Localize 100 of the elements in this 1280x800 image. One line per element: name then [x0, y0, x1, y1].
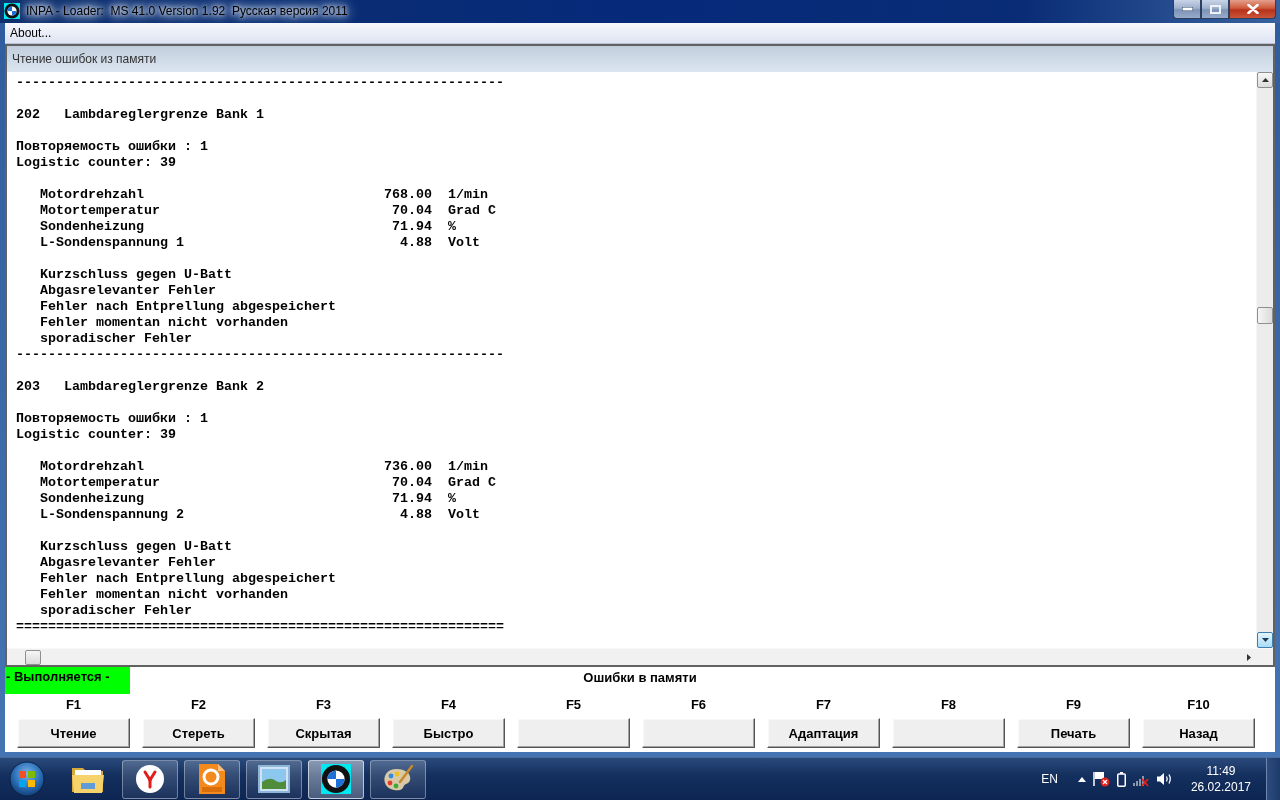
- function-button[interactable]: Печать: [1017, 718, 1130, 748]
- scroll-down-button[interactable]: [1257, 632, 1273, 648]
- parameter-unit: 1/min: [448, 459, 488, 475]
- taskbar-button[interactable]: [370, 759, 426, 799]
- function-key-label: F6: [690, 697, 707, 713]
- language-indicator[interactable]: EN: [1041, 772, 1058, 786]
- parameter-name: Motortemperatur: [40, 475, 160, 491]
- scroll-thumb[interactable]: [25, 649, 41, 665]
- flag-warning-icon[interactable]: [1092, 771, 1110, 787]
- fault-code: 203: [16, 379, 40, 395]
- fault-flag-text: sporadischer Fehler: [40, 603, 192, 619]
- fault-flag-text: Fehler nach Entprellung abgespeichert: [40, 299, 336, 315]
- taskbar-button[interactable]: [184, 759, 240, 799]
- fault-flag-text: Abgasrelevanter Fehler: [40, 283, 216, 299]
- scroll-up-button[interactable]: [1257, 72, 1273, 88]
- fault-flag-text: Abgasrelevanter Fehler: [40, 555, 216, 571]
- parameter-value: 736.00: [384, 459, 432, 475]
- function-button[interactable]: Стереть: [142, 718, 255, 748]
- pdf-document-icon: [198, 763, 226, 795]
- speaker-icon[interactable]: [1155, 772, 1173, 786]
- function-key-label: F3: [315, 697, 332, 713]
- fault-flag-text: sporadischer Fehler: [40, 331, 192, 347]
- fault-title: Lambdareglergrenze Bank 2: [64, 379, 264, 395]
- minimize-icon: [1181, 7, 1193, 11]
- function-key-label: F2: [190, 697, 207, 713]
- fault-code: 202: [16, 107, 40, 123]
- parameter-name: Motortemperatur: [40, 203, 160, 219]
- parameter-unit: Volt: [448, 235, 480, 251]
- separator-text: =============================================================: [16, 619, 504, 635]
- fault-detail-text: Logistic counter: 39: [16, 427, 176, 443]
- taskbar-button[interactable]: [122, 759, 178, 799]
- browser-icon: [135, 764, 165, 794]
- function-button[interactable]: Быстро: [392, 718, 505, 748]
- function-button[interactable]: Скрытая: [267, 718, 380, 748]
- separator-text: -------------------------------------------------------------: [16, 347, 504, 363]
- battery-icon[interactable]: [1116, 771, 1126, 787]
- function-key-label: F9: [1065, 697, 1082, 713]
- function-button[interactable]: [892, 718, 1005, 748]
- parameter-unit: Grad C: [448, 203, 496, 219]
- start-orb-icon[interactable]: [9, 761, 45, 797]
- status-indicator: - Выполняется -: [5, 667, 130, 694]
- up-arrow-icon: [1261, 78, 1269, 82]
- function-button[interactable]: Назад: [1142, 718, 1255, 748]
- fault-title: Lambdareglergrenze Bank 1: [64, 107, 264, 123]
- function-key-label: F1: [65, 697, 82, 713]
- parameter-name: L-Sondenspannung 1: [40, 235, 184, 251]
- up-arrow-icon[interactable]: [1077, 776, 1086, 782]
- parameter-value: 4.88: [400, 507, 432, 523]
- function-key-label: F7: [815, 697, 832, 713]
- taskbar-button[interactable]: [246, 759, 302, 799]
- menu-item[interactable]: About...: [5, 24, 57, 42]
- close-button[interactable]: [1229, 0, 1276, 19]
- parameter-name: Sondenheizung: [40, 219, 144, 235]
- parameter-unit: 1/min: [448, 187, 488, 203]
- parameter-name: Motordrehzahl: [40, 459, 144, 475]
- window-title: INPA - Loader: MS 41.0 Version 1.92 Русская версия 2011: [26, 3, 348, 20]
- bmw-roundel-icon: [321, 764, 351, 794]
- clock-date[interactable]: 26.02.2017: [1190, 779, 1251, 795]
- taskbar-button[interactable]: [308, 759, 364, 799]
- close-icon: [1246, 4, 1259, 14]
- right-arrow-icon[interactable]: [1247, 653, 1251, 661]
- app-logo-icon: [4, 3, 20, 19]
- maximize-icon: [1209, 4, 1221, 14]
- clock-time[interactable]: 11:49: [1206, 763, 1236, 779]
- function-button[interactable]: [642, 718, 755, 748]
- fault-detail-text: Logistic counter: 39: [16, 155, 176, 171]
- parameter-unit: Volt: [448, 507, 480, 523]
- fault-detail-text: Повторяемость ошибки : 1: [16, 411, 208, 427]
- parameter-unit: Grad C: [448, 475, 496, 491]
- parameter-value: 71.94: [392, 491, 432, 507]
- function-key-label: F10: [1187, 697, 1210, 713]
- parameter-value: 70.04: [392, 203, 432, 219]
- function-button[interactable]: [517, 718, 630, 748]
- fault-flag-text: Fehler nach Entprellung abgespeichert: [40, 571, 336, 587]
- fault-flag-text: Fehler momentan nicht vorhanden: [40, 315, 288, 331]
- fault-flag-text: Kurzschluss gegen U-Batt: [40, 539, 232, 555]
- scroll-thumb[interactable]: [1257, 307, 1273, 324]
- function-key-label: F4: [440, 697, 457, 713]
- parameter-name: Motordrehzahl: [40, 187, 144, 203]
- function-button[interactable]: Чтение: [17, 718, 130, 748]
- maximize-button[interactable]: [1201, 0, 1229, 19]
- parameter-value: 4.88: [400, 235, 432, 251]
- minimize-button[interactable]: [1173, 0, 1201, 19]
- fault-flag-text: Kurzschluss gegen U-Batt: [40, 267, 232, 283]
- parameter-name: L-Sondenspannung 2: [40, 507, 184, 523]
- parameter-unit: %: [448, 491, 456, 507]
- fault-flag-text: Fehler momentan nicht vorhanden: [40, 587, 288, 603]
- show-desktop-button[interactable]: [1266, 757, 1280, 800]
- parameter-name: Sondenheizung: [40, 491, 144, 507]
- down-arrow-icon: [1261, 638, 1269, 642]
- function-key-label: F5: [565, 697, 582, 713]
- photo-viewer-icon: [258, 765, 290, 793]
- fault-detail-text: Повторяемость ошибки : 1: [16, 139, 208, 155]
- status-title: Ошибки в памяти: [583, 670, 697, 685]
- panel-title: Чтение ошибок из памяти: [12, 52, 157, 66]
- separator-text: -------------------------------------------------------------: [16, 75, 504, 91]
- parameter-value: 768.00: [384, 187, 432, 203]
- function-key-label: F8: [940, 697, 957, 713]
- parameter-value: 70.04: [392, 475, 432, 491]
- function-button[interactable]: Адаптация: [767, 718, 880, 748]
